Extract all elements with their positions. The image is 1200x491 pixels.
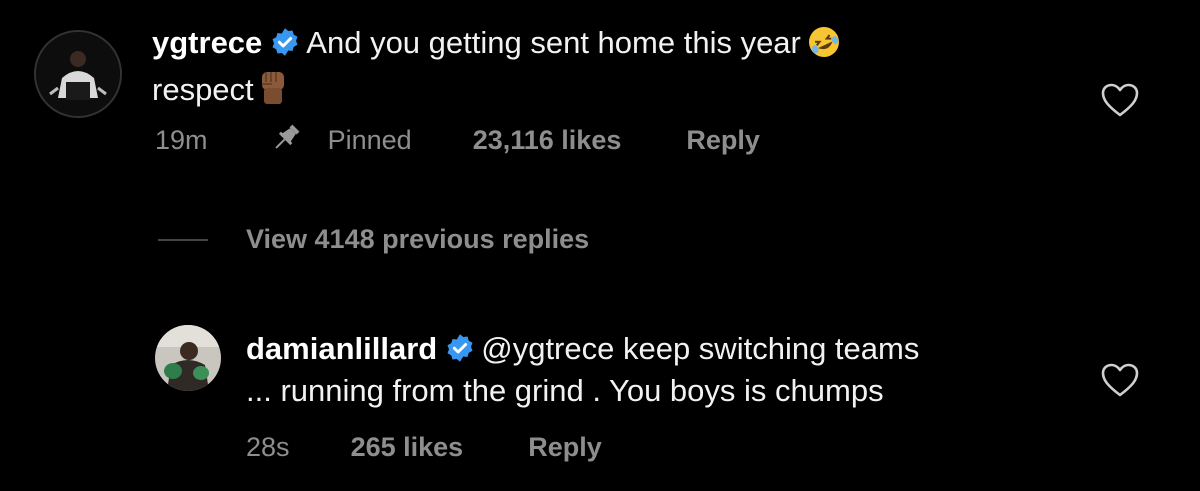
replies-divider-line	[158, 238, 208, 241]
pinned-label: Pinned	[327, 125, 412, 155]
reply-button[interactable]: Reply	[528, 431, 602, 463]
comment-ygtrece: ygtrece And you getting sent home this ye…	[152, 24, 841, 115]
username-damianlillard[interactable]: damianlillard	[246, 331, 437, 366]
verified-badge-icon	[270, 27, 300, 66]
username-ygtrece[interactable]: ygtrece	[152, 25, 262, 60]
like-heart-icon[interactable]	[1100, 82, 1140, 118]
comment-meta-ygtrece: 19m Pinned 23,116 likes Reply	[155, 123, 760, 160]
avatar-ygtrece[interactable]	[34, 30, 122, 118]
comment-meta-damianlillard: 28s 265 likes Reply	[246, 431, 602, 463]
pin-icon	[269, 123, 303, 160]
likes-count[interactable]: 265 likes	[351, 431, 464, 463]
avatar-damianlillard[interactable]	[155, 325, 221, 391]
comment-text-line1: @ygtrece keep switching teams	[481, 331, 920, 366]
comment-damianlillard: damianlillard @ygtrece keep switching tea…	[246, 330, 919, 410]
comment-time: 28s	[246, 432, 290, 462]
verified-badge-icon	[445, 333, 475, 372]
comment-time: 19m	[155, 125, 208, 155]
view-previous-replies[interactable]: View 4148 previous replies	[158, 224, 589, 255]
comment-text-line2: respect	[152, 72, 254, 107]
rolling-laughing-emoji-icon	[807, 25, 841, 68]
raised-fist-emoji-icon	[256, 68, 290, 115]
comment-text-line1: And you getting sent home this year	[306, 25, 801, 60]
view-replies-label[interactable]: View 4148 previous replies	[246, 224, 589, 255]
like-heart-icon[interactable]	[1100, 362, 1140, 398]
likes-count[interactable]: 23,116 likes	[473, 124, 622, 156]
comment-text-line2: ... running from the grind . You boys is…	[246, 373, 884, 408]
reply-button[interactable]: Reply	[686, 124, 760, 156]
